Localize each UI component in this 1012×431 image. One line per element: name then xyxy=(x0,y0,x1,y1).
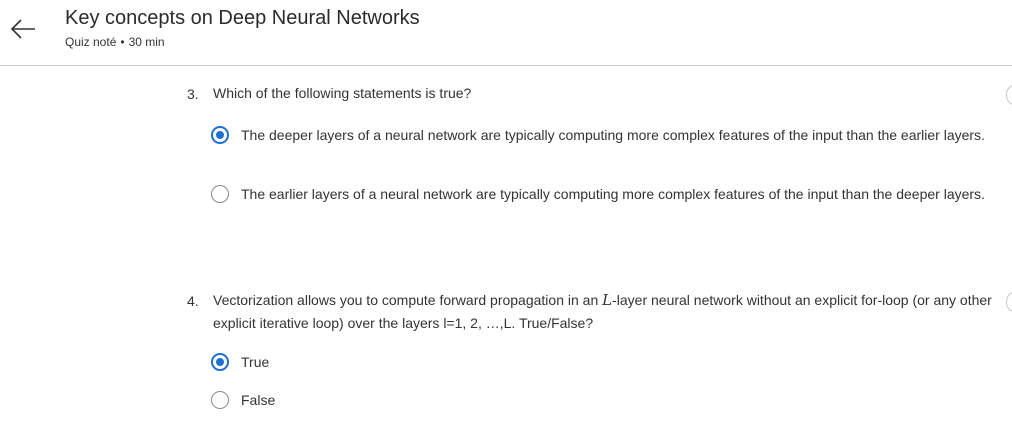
quiz-duration: 30 min xyxy=(128,35,165,49)
question-text-part: Vectorization allows you to compute forw… xyxy=(213,292,603,308)
back-button[interactable] xyxy=(8,14,38,44)
answer-option[interactable]: True xyxy=(211,352,991,373)
quiz-type: Quiz noté xyxy=(65,35,117,49)
question-text: Vectorization allows you to compute forw… xyxy=(213,289,1011,335)
radio-button-selected[interactable] xyxy=(211,353,229,371)
option-label: False xyxy=(241,392,276,408)
radio-button[interactable] xyxy=(211,185,229,203)
question-number: 4. xyxy=(187,293,199,309)
page-title: Key concepts on Deep Neural Networks xyxy=(65,7,420,29)
radio-button-selected[interactable] xyxy=(211,126,229,144)
option-label: True xyxy=(241,354,270,370)
option-label: The deeper layers of a neural network ar… xyxy=(241,127,985,143)
question-status-icon xyxy=(1006,85,1012,105)
arrow-left-icon xyxy=(10,19,35,39)
answer-option[interactable]: False xyxy=(211,390,991,411)
question-number: 3. xyxy=(187,86,199,102)
question-text: Which of the following statements is tru… xyxy=(213,85,472,101)
radio-button[interactable] xyxy=(211,391,229,409)
quiz-header: Key concepts on Deep Neural Networks Qui… xyxy=(0,0,1012,66)
option-label: The earlier layers of a neural network a… xyxy=(241,186,985,202)
quiz-meta: Quiz noté • 30 min xyxy=(65,35,165,49)
math-symbol: L xyxy=(602,291,613,309)
meta-separator: • xyxy=(120,35,125,49)
answer-option[interactable]: The earlier layers of a neural network a… xyxy=(211,184,991,205)
answer-option[interactable]: The deeper layers of a neural network ar… xyxy=(211,125,991,146)
